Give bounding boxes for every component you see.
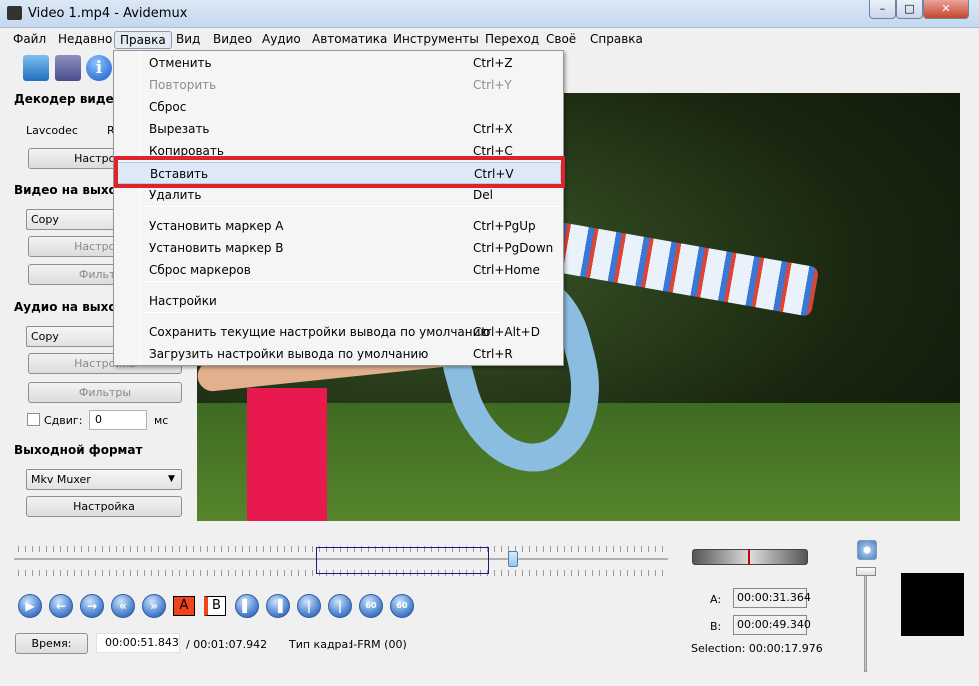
menu-auto[interactable]: Автоматика [307, 31, 392, 49]
menu-item[interactable]: Сброс маркеров Ctrl+Home [116, 259, 561, 281]
menu-item-shortcut: Ctrl+Z [473, 56, 513, 70]
menu-item[interactable]: Повторить Ctrl+Y [116, 74, 561, 96]
menu-item-label: Установить маркер A [149, 219, 284, 233]
shift-label: Сдвиг: [44, 414, 83, 427]
menu-view[interactable]: Вид [171, 31, 205, 49]
time-button[interactable]: Время: [15, 633, 88, 654]
menu-item-label: Установить маркер B [149, 241, 284, 255]
menu-file[interactable]: Файл [8, 31, 51, 49]
audio-filters-button[interactable]: Фильтры [28, 382, 182, 403]
selection-duration: Selection: 00:00:17.976 [691, 642, 823, 655]
menu-separator [144, 206, 560, 207]
decoder-name: Lavcodec [26, 124, 78, 137]
menu-help[interactable]: Справка [585, 31, 648, 49]
volume-slider-track[interactable] [864, 572, 867, 672]
video-red-cloth [247, 388, 327, 521]
marker-b-label: B: [710, 620, 722, 633]
menu-go[interactable]: Переход [480, 31, 544, 49]
menu-tools[interactable]: Инструменты [388, 31, 484, 49]
next-keyframe-button[interactable]: » [142, 594, 166, 618]
muxer-config-button[interactable]: Настройка [26, 496, 182, 517]
go-to-end-button[interactable]: | [328, 594, 352, 618]
menu-item-shortcut: Ctrl+Y [473, 78, 512, 92]
output-format-heading: Выходной формат [14, 443, 143, 457]
chevron-down-icon: ▼ [168, 474, 175, 484]
previous-frame-button[interactable]: ← [49, 594, 73, 618]
menu-item-shortcut: Ctrl+PgDown [473, 241, 554, 255]
menu-custom[interactable]: Своё [541, 31, 581, 49]
timeline-slider-handle[interactable] [508, 551, 518, 567]
menu-item[interactable]: Отменить Ctrl+Z [116, 52, 561, 74]
total-time: / 00:01:07.942 [186, 638, 268, 651]
menu-item-label: Вырезать [149, 122, 210, 136]
marker-a-value: 00:00:31.364 [733, 588, 811, 608]
menu-item-shortcut: Ctrl+PgUp [473, 219, 536, 233]
set-marker-b-button[interactable]: B [204, 596, 226, 616]
menu-item-label: Сброс [149, 100, 187, 114]
shift-checkbox[interactable] [27, 413, 40, 426]
info-icon[interactable]: i [86, 55, 112, 81]
back-60-button[interactable]: 60 [359, 594, 383, 618]
set-marker-a-button[interactable]: A [173, 596, 195, 616]
menu-item-label: Сброс маркеров [149, 263, 251, 277]
previous-keyframe-button[interactable]: « [111, 594, 135, 618]
maximize-button[interactable]: □ [896, 0, 923, 19]
menu-separator [144, 312, 560, 313]
go-to-marker-b-button[interactable]: ▐ [266, 594, 290, 618]
menu-item-shortcut: Ctrl+X [473, 122, 513, 136]
menu-item[interactable]: Установить маркер B Ctrl+PgDown [116, 237, 561, 259]
timeline-selection [316, 547, 489, 574]
volume-slider-handle[interactable] [856, 567, 876, 576]
title-bar: Video 1.mp4 - Avidemux – □ ✕ [0, 0, 979, 28]
menu-item[interactable]: Установить маркер A Ctrl+PgUp [116, 215, 561, 237]
menu-recent[interactable]: Недавно [53, 31, 117, 49]
edit-menu-dropdown: Отменить Ctrl+Z Повторить Ctrl+Y Сброс Выреза… [113, 50, 564, 366]
video-scarf [534, 219, 820, 317]
highlight-annotation [114, 156, 565, 188]
menu-item-label: Отменить [149, 56, 212, 70]
audio-meter [901, 573, 964, 636]
minimize-button[interactable]: – [869, 0, 896, 19]
menu-audio[interactable]: Аудио [257, 31, 306, 49]
menu-item-label: Загрузить настройки вывода по умолчанию [149, 347, 429, 361]
marker-a-label: A: [710, 593, 722, 606]
menu-item-label: Сохранить текущие настройки вывода по ум… [149, 325, 491, 339]
open-folder-icon[interactable] [23, 55, 49, 81]
close-button[interactable]: ✕ [923, 0, 969, 19]
menu-item[interactable]: Загрузить настройки вывода по умолчанию C… [116, 343, 561, 365]
muxer-select[interactable]: Mkv Muxer [26, 469, 182, 490]
menu-bar: Файл Недавно Правка Вид Видео Аудио Авто… [0, 28, 979, 50]
shift-input[interactable]: 0 [89, 410, 147, 430]
frame-type-label: Тип кадра: [289, 638, 352, 651]
menu-item[interactable]: Вырезать Ctrl+X [116, 118, 561, 140]
menu-video[interactable]: Видео [208, 31, 257, 49]
menu-item-shortcut: Ctrl+Home [473, 263, 540, 277]
menu-item[interactable]: Сохранить текущие настройки вывода по ум… [116, 321, 561, 343]
menu-item[interactable]: Сброс [116, 96, 561, 118]
menu-item-shortcut: Ctrl+R [473, 347, 513, 361]
window-title: Video 1.mp4 - Avidemux [28, 6, 188, 21]
menu-edit[interactable]: Правка [114, 31, 172, 49]
menu-item[interactable]: Настройки [116, 290, 561, 312]
menu-separator [144, 281, 560, 282]
jog-shuttle[interactable] [692, 549, 808, 565]
volume-icon[interactable] [857, 540, 877, 560]
next-frame-button[interactable]: → [80, 594, 104, 618]
save-icon[interactable] [55, 55, 81, 81]
shift-unit: мс [154, 414, 169, 427]
play-button[interactable]: ▶ [18, 594, 42, 618]
marker-b-value: 00:00:49.340 [733, 615, 811, 635]
forward-60-button[interactable]: 60 [390, 594, 414, 618]
go-to-start-button[interactable]: | [297, 594, 321, 618]
menu-item-label: Настройки [149, 294, 217, 308]
app-icon [7, 6, 22, 20]
go-to-marker-a-button[interactable]: ▌ [235, 594, 259, 618]
video-decoder-heading: Декодер видео [14, 92, 122, 106]
frame-type-value: I-FRM (00) [350, 638, 407, 651]
jog-indicator [748, 550, 750, 564]
menu-item-label: Повторить [149, 78, 217, 92]
menu-item-shortcut: Ctrl+Alt+D [473, 325, 540, 339]
current-time-input[interactable]: 00:00:51.843 [96, 633, 180, 653]
